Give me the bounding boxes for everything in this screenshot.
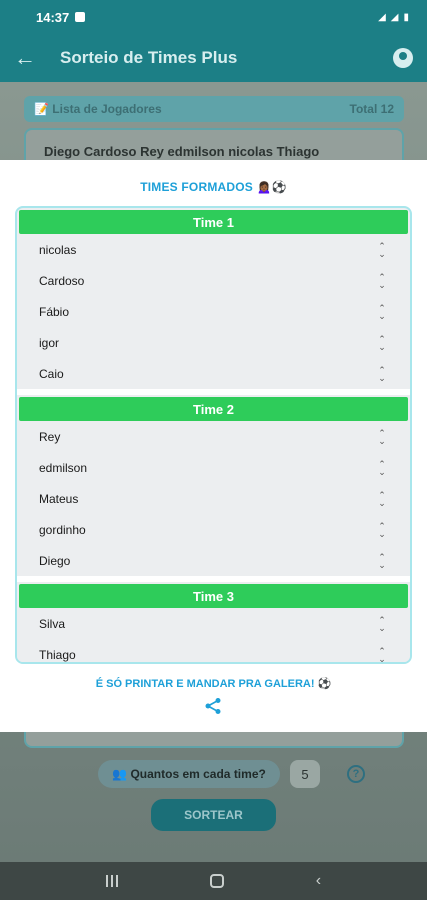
home-icon[interactable] <box>209 874 224 888</box>
signal-icon: ◢ <box>378 11 386 23</box>
team-header-3: Time 3 <box>19 584 408 608</box>
status-icons: ◢ ◢ ▮ <box>378 12 409 23</box>
drag-handle-icon[interactable]: ⌃ ⌄ <box>376 241 388 259</box>
account-icon[interactable] <box>393 48 413 68</box>
player-name: Rey <box>39 429 61 444</box>
player-list-label: 📝 Lista de Jogadores <box>34 102 162 116</box>
drag-handle-icon[interactable]: ⌃ ⌄ <box>376 646 388 662</box>
app-bar: ← Sorteio de Times Plus <box>0 34 427 82</box>
teams-dialog: TIMES FORMADOS 🙍🏾‍♀️⚽ Time 1 nicolas ⌃ ⌄ C… <box>0 160 427 732</box>
image-notification-icon <box>75 12 86 22</box>
help-icon[interactable]: ? <box>347 765 365 783</box>
drag-handle-icon[interactable]: ⌃ ⌄ <box>376 552 388 570</box>
player-row[interactable]: Mateus ⌃ ⌄ <box>17 483 410 514</box>
player-name: Caio <box>39 366 64 381</box>
drag-handle-icon[interactable]: ⌃ ⌄ <box>376 334 388 352</box>
players-text: Diego Cardoso Rey edmilson nicolas Thiag… <box>44 144 320 159</box>
drag-handle-icon[interactable]: ⌃ ⌄ <box>376 490 388 508</box>
player-name: igor <box>39 335 60 350</box>
player-name: Diego <box>39 553 71 568</box>
system-nav-bar: ‹ <box>0 862 427 900</box>
player-name: Mateus <box>39 491 79 506</box>
drag-handle-icon[interactable]: ⌃ ⌄ <box>376 428 388 446</box>
drag-handle-icon[interactable]: ⌃ ⌄ <box>376 272 388 290</box>
player-name: Cardoso <box>39 273 85 288</box>
team-2-list: Rey ⌃ ⌄ edmilson ⌃ ⌄ Mateus ⌃ ⌄ gordinho ⌃ ⌄ Die… <box>17 421 410 576</box>
player-row[interactable]: Cardoso ⌃ ⌄ <box>17 265 410 296</box>
player-name: Fábio <box>39 304 70 319</box>
player-row[interactable]: Silva ⌃ ⌄ <box>17 608 410 639</box>
teams-list[interactable]: Time 1 nicolas ⌃ ⌄ Cardoso ⌃ ⌄ Fábio ⌃ ⌄ igor ⌃… <box>15 206 412 664</box>
back-nav-icon[interactable]: ‹ <box>316 872 321 890</box>
drag-handle-icon[interactable]: ⌃ ⌄ <box>376 365 388 383</box>
team-divider <box>17 576 410 582</box>
player-row[interactable]: gordinho ⌃ ⌄ <box>17 514 410 545</box>
player-name: Thiago <box>39 647 76 662</box>
player-total: Total 12 <box>349 102 394 116</box>
dialog-footer-text: É SÓ PRINTAR E MANDAR PRA GALERA! ⚽ <box>95 678 332 690</box>
team-header-1: Time 1 <box>19 210 408 234</box>
back-arrow-icon[interactable]: ← <box>14 45 42 71</box>
app-title: Sorteio de Times Plus <box>60 48 238 67</box>
player-name: Silva <box>39 616 66 631</box>
player-row[interactable]: Caio ⌃ ⌄ <box>17 358 410 389</box>
dialog-title: TIMES FORMADOS 🙍🏾‍♀️⚽ <box>140 180 287 194</box>
team-3-list: Silva ⌃ ⌄ Thiago ⌃ ⌄ <box>17 608 410 662</box>
team-divider <box>17 389 410 395</box>
team-size-input[interactable]: 5 <box>290 760 320 788</box>
status-bar: 14:37 ◢ ◢ ▮ <box>0 0 427 34</box>
share-icon[interactable] <box>204 697 222 715</box>
player-row[interactable]: Fábio ⌃ ⌄ <box>17 296 410 327</box>
player-row[interactable]: edmilson ⌃ ⌄ <box>17 452 410 483</box>
player-list-header: 📝 Lista de Jogadores Total 12 <box>24 96 404 122</box>
player-row[interactable]: igor ⌃ ⌄ <box>17 327 410 358</box>
signal-icon-2: ◢ <box>390 11 399 23</box>
drag-handle-icon[interactable]: ⌃ ⌄ <box>376 521 388 539</box>
recents-icon[interactable] <box>105 875 118 887</box>
drag-handle-icon[interactable]: ⌃ ⌄ <box>376 459 388 477</box>
sortear-button[interactable]: SORTEAR <box>151 799 276 831</box>
player-row[interactable]: Thiago ⌃ ⌄ <box>17 639 410 662</box>
player-row[interactable]: Rey ⌃ ⌄ <box>17 421 410 452</box>
player-row[interactable]: Diego ⌃ ⌄ <box>17 545 410 576</box>
drag-handle-icon[interactable]: ⌃ ⌄ <box>376 615 388 633</box>
battery-icon: ▮ <box>403 11 409 23</box>
team-header-2: Time 2 <box>19 397 408 421</box>
drag-handle-icon[interactable]: ⌃ ⌄ <box>376 303 388 321</box>
player-name: nicolas <box>39 242 77 257</box>
team-1-list: nicolas ⌃ ⌄ Cardoso ⌃ ⌄ Fábio ⌃ ⌄ igor ⌃ ⌄ Caio ⌃… <box>17 234 410 389</box>
player-name: gordinho <box>39 522 86 537</box>
status-time: 14:37 <box>36 9 70 25</box>
player-name: edmilson <box>39 460 88 475</box>
team-size-label: 👥 Quantos em cada time? <box>98 760 280 788</box>
player-row[interactable]: nicolas ⌃ ⌄ <box>17 234 410 265</box>
